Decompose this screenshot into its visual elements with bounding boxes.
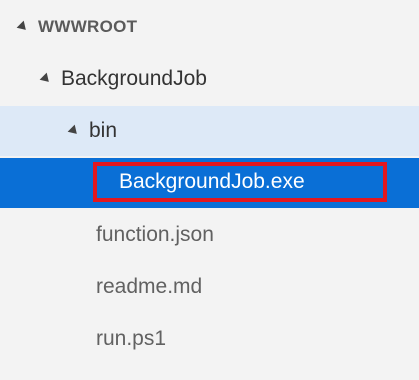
- section-header-label: WWWROOT: [38, 17, 138, 36]
- tree-item-file-run-ps1[interactable]: run.ps1: [0, 314, 419, 364]
- tree-item-folder-bin[interactable]: bin: [0, 106, 419, 156]
- tree-item-label: run.ps1: [96, 327, 167, 350]
- tree-item-label: BackgroundJob.exe: [119, 170, 305, 193]
- tree-item-file-backgroundjob-exe[interactable]: BackgroundJob.exe: [0, 158, 419, 208]
- tree-item-label: function.json: [96, 223, 214, 246]
- highlight-annotation-box: BackgroundJob.exe: [93, 162, 387, 202]
- section-header-wwwroot[interactable]: WWWROOT: [0, 2, 419, 52]
- chevron-expanded-icon[interactable]: [67, 124, 81, 138]
- tree-item-file-readme-md[interactable]: readme.md: [0, 262, 419, 312]
- tree-item-label: BackgroundJob: [61, 67, 207, 90]
- file-explorer: WWWROOT BackgroundJob bin BackgroundJob.…: [0, 0, 419, 380]
- tree-item-folder-backgroundjob[interactable]: BackgroundJob: [0, 54, 419, 104]
- chevron-expanded-icon[interactable]: [39, 72, 53, 86]
- tree-item-file-function-json[interactable]: function.json: [0, 210, 419, 260]
- chevron-expanded-icon[interactable]: [16, 20, 30, 34]
- tree-item-label: bin: [89, 119, 118, 142]
- tree-item-label: readme.md: [96, 275, 203, 298]
